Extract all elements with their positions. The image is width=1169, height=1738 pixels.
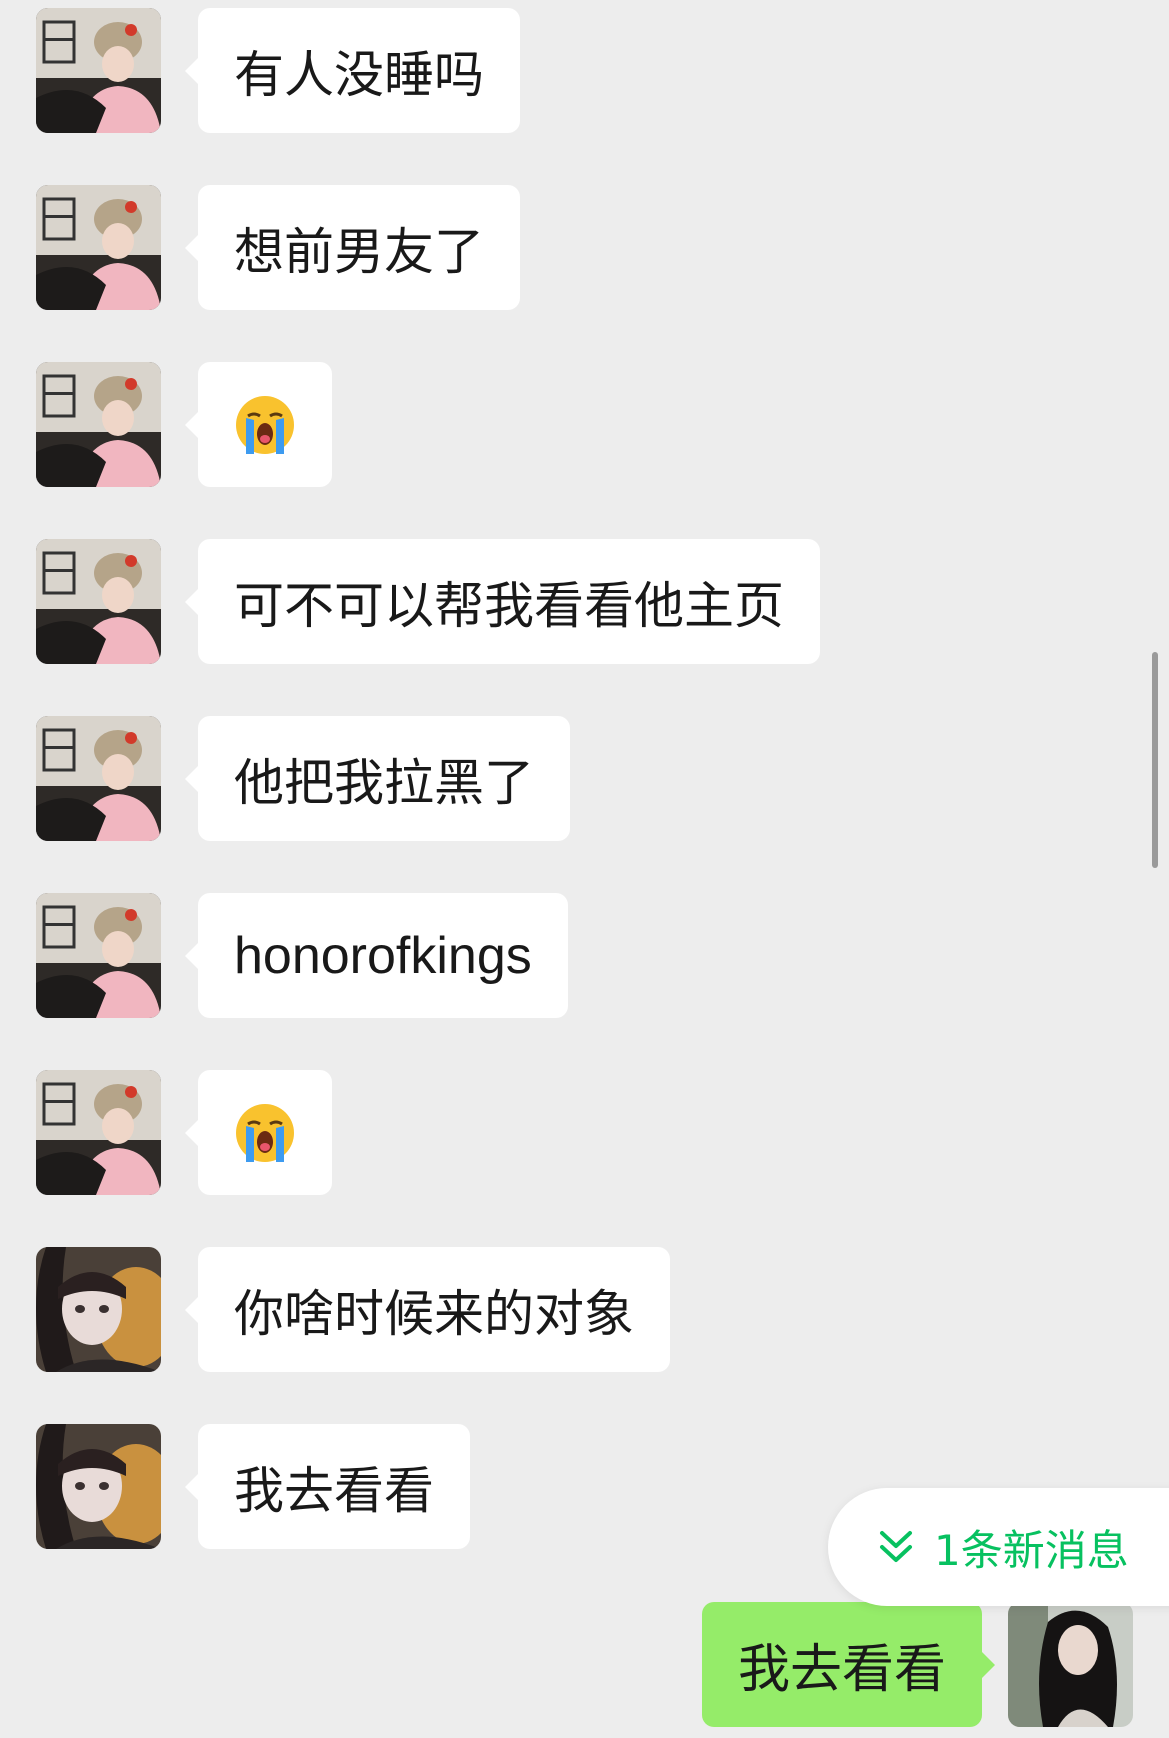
message-row: honorofkings <box>0 893 1169 1018</box>
message-text: 我去看看 <box>737 1640 946 1700</box>
message-row <box>0 1070 1169 1195</box>
double-chevron-down-icon <box>880 1531 912 1562</box>
own-message-row: 我去看看 <box>0 1602 1169 1727</box>
message-row: 可不可以帮我看看他主页 <box>0 539 1169 664</box>
message-row: 他把我拉黑了 <box>0 716 1169 841</box>
avatar-photo-a <box>36 539 161 664</box>
message-text: 我去看看 <box>234 1461 434 1520</box>
message-bubble[interactable]: honorofkings <box>185 893 568 1018</box>
own-avatar[interactable] <box>1008 1602 1133 1727</box>
avatar-photo-b <box>36 1424 161 1549</box>
avatar-photo-a <box>36 716 161 841</box>
avatar-photo-a <box>36 185 161 310</box>
message-row: 有人没睡吗 <box>0 8 1169 133</box>
own-message-bubble[interactable]: 我去看看 <box>701 1602 996 1727</box>
message-bubble[interactable]: 你啥时候来的对象 <box>185 1247 670 1372</box>
message-row <box>0 362 1169 487</box>
avatar-photo-a <box>36 893 161 1018</box>
avatar[interactable] <box>36 1070 161 1195</box>
avatar[interactable] <box>36 8 161 133</box>
message-text: 有人没睡吗 <box>234 45 484 104</box>
message-row: 你啥时候来的对象 <box>0 1247 1169 1372</box>
loudly-crying-face-icon <box>236 395 294 454</box>
message-text: 可不可以帮我看看他主页 <box>234 576 784 635</box>
avatar[interactable] <box>36 1247 161 1372</box>
message-bubble[interactable]: 我去看看 <box>185 1424 470 1549</box>
avatar-photo-a <box>36 8 161 133</box>
message-bubble[interactable]: 想前男友了 <box>185 185 520 310</box>
avatar[interactable] <box>36 893 161 1018</box>
avatar[interactable] <box>36 539 161 664</box>
message-bubble[interactable] <box>185 362 332 487</box>
message-text: 你啥时候来的对象 <box>234 1284 634 1343</box>
avatar[interactable] <box>36 1424 161 1549</box>
loudly-crying-face-icon <box>236 1103 294 1162</box>
message-bubble[interactable]: 他把我拉黑了 <box>185 716 570 841</box>
avatar[interactable] <box>36 362 161 487</box>
avatar[interactable] <box>36 185 161 310</box>
new-message-label: 1条新消息 <box>934 1525 1129 1575</box>
avatar[interactable] <box>36 716 161 841</box>
message-row: 想前男友了 <box>0 185 1169 310</box>
message-text: honorofkings <box>234 926 532 985</box>
avatar-photo-own <box>1008 1602 1133 1727</box>
message-text: 想前男友了 <box>234 222 484 281</box>
new-message-indicator[interactable]: 1条新消息 <box>828 1488 1169 1606</box>
avatar-photo-b <box>36 1247 161 1372</box>
avatar-photo-a <box>36 1070 161 1195</box>
message-bubble[interactable]: 可不可以帮我看看他主页 <box>185 539 820 664</box>
scrollbar[interactable] <box>1152 652 1158 868</box>
avatar-photo-a <box>36 362 161 487</box>
message-text: 他把我拉黑了 <box>234 753 534 812</box>
chat-window: 有人没睡吗 想前男友了 可不可以帮我看看他主页 他把我拉黑了 honorofki… <box>0 0 1169 1738</box>
message-bubble[interactable] <box>185 1070 332 1195</box>
message-bubble[interactable]: 有人没睡吗 <box>185 8 520 133</box>
